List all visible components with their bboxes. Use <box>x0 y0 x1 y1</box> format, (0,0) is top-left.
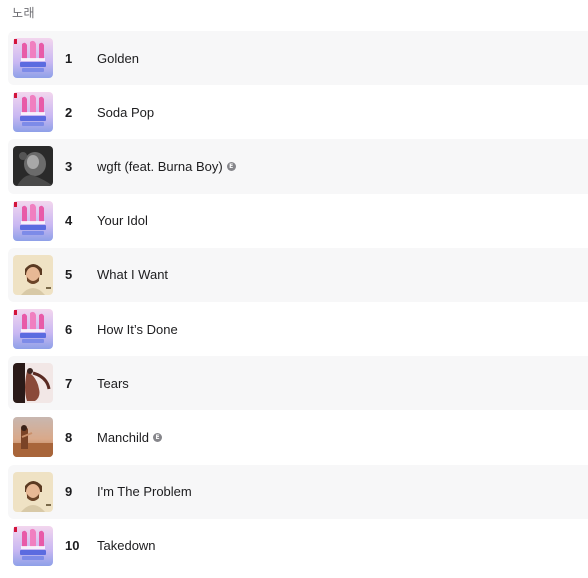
song-row[interactable]: 3 wgft (feat. Burna Boy) E <box>8 139 588 194</box>
album-artwork[interactable] <box>13 363 53 404</box>
album-artwork[interactable] <box>13 146 53 187</box>
song-row[interactable]: 2 Soda Pop <box>8 85 588 140</box>
song-rank: 2 <box>65 104 73 120</box>
song-title-wrap: I'm The Problem <box>97 484 192 499</box>
song-title-wrap: What I Want <box>97 267 168 282</box>
song-list: 1 Golden 2 Soda Pop 3 wgft (feat. Burna … <box>8 31 588 573</box>
section-header: 노래 <box>12 6 36 20</box>
song-rank: 4 <box>65 213 73 229</box>
song-title-wrap: Your Idol <box>97 213 148 228</box>
song-row[interactable]: 8 Manchild E <box>8 410 588 465</box>
song-title[interactable]: Soda Pop <box>97 105 154 120</box>
song-title[interactable]: I'm The Problem <box>97 484 192 499</box>
song-title-wrap: Soda Pop <box>97 105 154 120</box>
song-title-wrap: Takedown <box>97 538 156 553</box>
album-artwork[interactable] <box>13 417 53 458</box>
song-rank: 5 <box>65 267 73 283</box>
song-row[interactable]: 5 What I Want <box>8 247 588 302</box>
song-rank: 8 <box>65 429 73 445</box>
song-title[interactable]: What I Want <box>97 267 168 282</box>
song-row[interactable]: 9 I'm The Problem <box>8 464 588 519</box>
song-rank: 1 <box>65 50 73 66</box>
song-rank: 6 <box>65 321 73 337</box>
album-artwork[interactable] <box>13 92 53 133</box>
song-row[interactable]: 4 Your Idol <box>8 193 588 248</box>
song-row[interactable]: 6 How It’s Done <box>8 301 588 357</box>
song-title[interactable]: Tears <box>97 376 129 391</box>
song-title[interactable]: Golden <box>97 51 139 66</box>
album-artwork[interactable] <box>13 525 53 566</box>
song-title[interactable]: Takedown <box>97 538 156 553</box>
song-rank: 10 <box>65 538 80 554</box>
song-row[interactable]: 1 Golden <box>8 31 588 86</box>
song-title-wrap: How It’s Done <box>97 322 178 337</box>
song-title[interactable]: Manchild <box>97 430 149 445</box>
song-row[interactable]: 10 Takedown <box>8 518 588 573</box>
album-artwork[interactable] <box>13 200 53 241</box>
song-title-wrap: Tears <box>97 376 129 391</box>
song-title-wrap: Golden <box>97 51 139 66</box>
song-title-wrap: Manchild E <box>97 430 163 445</box>
song-title[interactable]: How It’s Done <box>97 322 178 337</box>
album-artwork[interactable] <box>13 471 53 512</box>
song-rank: 3 <box>65 158 73 174</box>
song-row[interactable]: 7 Tears <box>8 356 588 411</box>
song-title-wrap: wgft (feat. Burna Boy) E <box>97 159 236 174</box>
song-title[interactable]: wgft (feat. Burna Boy) <box>97 159 223 174</box>
song-rank: 7 <box>65 375 73 391</box>
explicit-icon: E <box>226 161 236 171</box>
album-artwork[interactable] <box>13 38 53 78</box>
album-artwork[interactable] <box>13 308 53 349</box>
song-title[interactable]: Your Idol <box>97 213 148 228</box>
explicit-icon: E <box>153 432 163 442</box>
song-rank: 9 <box>65 484 73 500</box>
album-artwork[interactable] <box>13 254 53 295</box>
